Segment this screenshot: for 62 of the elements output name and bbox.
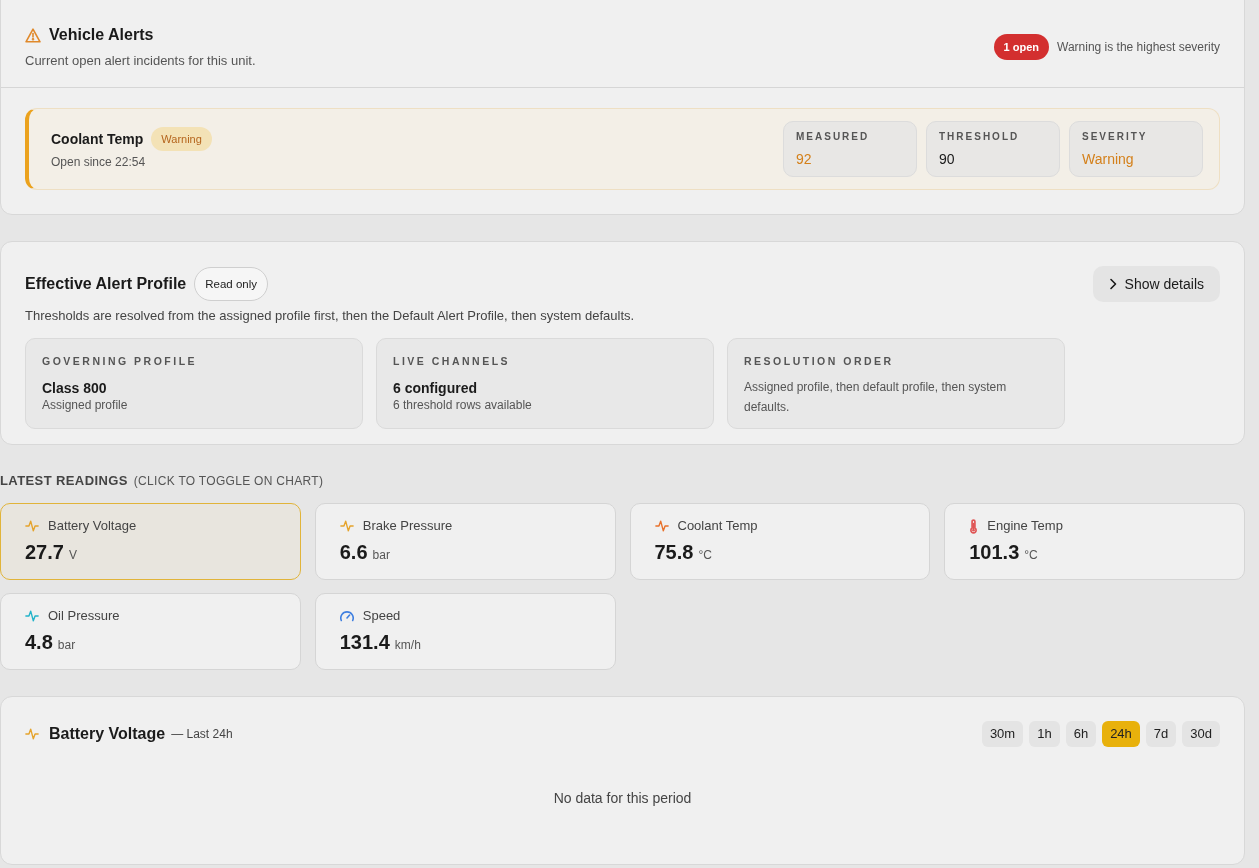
severity-summary: Warning is the highest severity [1057, 39, 1220, 56]
reading-card[interactable]: Coolant Temp 75.8 °C [629, 503, 931, 580]
chart-title: Battery Voltage [49, 724, 166, 744]
pulse-icon [25, 727, 39, 741]
show-details-button[interactable]: Show details [1092, 266, 1220, 302]
reading-unit: bar [57, 637, 76, 654]
reading-unit: V [68, 547, 77, 564]
reading-value: 75.8 [654, 540, 694, 565]
reading-value: 4.8 [25, 630, 53, 655]
reading-unit: bar [372, 547, 390, 564]
panel-title: Effective Alert Profile [25, 274, 187, 294]
profile-description: Thresholds are resolved from the assigned profile first, then the Default Alert Profile, then system defaults. [25, 307, 636, 325]
reading-card[interactable]: Oil Pressure 4.8 bar [0, 593, 301, 670]
range-button[interactable]: 6h [1065, 721, 1097, 747]
chart-period: — Last 24h [171, 726, 233, 743]
warning-icon [25, 27, 41, 43]
read-only-badge: Read only [194, 267, 269, 301]
reading-label: Battery Voltage [48, 517, 137, 535]
info-value: 6 configured [393, 379, 478, 397]
reading-unit: °C [698, 547, 712, 564]
reading-value: 131.4 [339, 630, 390, 655]
panel-title: Vehicle Alerts [49, 25, 154, 45]
reading-label: Coolant Temp [677, 517, 758, 535]
reading-label: Speed [362, 607, 401, 625]
metric-label: MEASURED [796, 130, 871, 144]
reading-unit: km/h [394, 637, 421, 654]
metric-value: Warning [1082, 150, 1135, 169]
range-button[interactable]: 1h [1029, 721, 1060, 747]
reading-label: Engine Temp [987, 517, 1063, 535]
incident-name: Coolant Temp [51, 130, 144, 149]
metric-value: 92 [796, 150, 813, 169]
section-hint: (CLICK TO TOGGLE ON CHART) [133, 473, 324, 489]
reading-value: 101.3 [969, 540, 1020, 565]
metric-label: THRESHOLD [939, 130, 1021, 144]
info-label: GOVERNING PROFILE [42, 354, 199, 369]
range-button[interactable]: 30d [1182, 721, 1220, 747]
range-button[interactable]: 7d [1145, 721, 1177, 747]
open-since-text: Open since 22:54 [51, 154, 147, 171]
info-label: RESOLUTION ORDER [744, 354, 895, 369]
empty-chart-message: No data for this period [552, 789, 693, 808]
metric-label: SEVERITY [1082, 130, 1149, 144]
reading-card[interactable]: Battery Voltage 27.7 V [0, 503, 301, 580]
info-value: Class 800 [42, 379, 108, 397]
reading-card[interactable]: Speed 131.4 km/h [314, 593, 616, 670]
reading-label: Oil Pressure [48, 607, 120, 625]
reading-value: 27.7 [25, 540, 64, 565]
section-title: LATEST READINGS [0, 473, 128, 489]
severity-badge: Warning [151, 127, 212, 151]
info-note: Assigned profile, then default profile, then system defaults. [744, 379, 1008, 416]
range-button[interactable]: 30m [981, 721, 1024, 747]
reading-card[interactable]: Engine Temp 101.3 °C [944, 503, 1245, 580]
reading-value: 6.6 [339, 540, 368, 565]
range-button[interactable]: 24h [1102, 721, 1140, 747]
reading-card[interactable]: Brake Pressure 6.6 bar [314, 503, 616, 580]
metric-value: 90 [939, 150, 956, 169]
info-detail: 6 threshold rows available [393, 397, 533, 414]
open-count-badge: 1 open [993, 34, 1050, 60]
reading-unit: °C [1024, 547, 1038, 564]
info-detail: Assigned profile [42, 397, 129, 414]
reading-label: Brake Pressure [362, 517, 453, 535]
panel-subtitle: Current open alert incidents for this unit. [25, 52, 256, 70]
info-label: LIVE CHANNELS [393, 354, 512, 369]
